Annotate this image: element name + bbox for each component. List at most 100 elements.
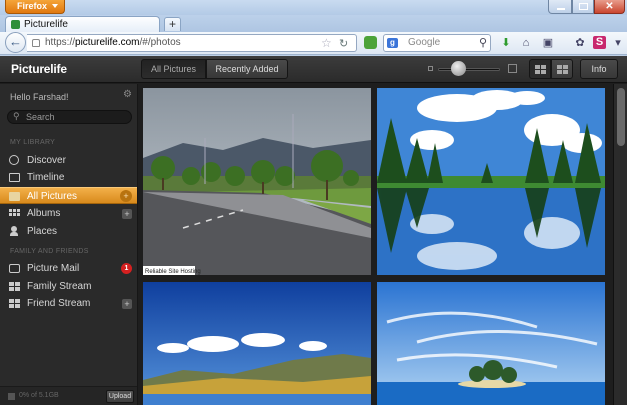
photo-thumbnail[interactable] — [143, 282, 371, 405]
sidebar-item-friend-stream[interactable]: Friend Stream + — [0, 295, 137, 312]
browser-tab-picturelife[interactable]: Picturelife — [5, 16, 160, 32]
filter-all-pictures-tab[interactable]: All Pictures — [141, 59, 206, 79]
paw-icon[interactable]: ✿ — [572, 35, 588, 51]
menu-chevron-icon[interactable]: ▾ — [610, 35, 626, 51]
sidebar-item-timeline[interactable]: Timeline — [0, 169, 137, 186]
grid-icon — [535, 65, 546, 74]
tab-strip: Picturelife + — [0, 15, 627, 32]
folder-icon — [9, 192, 20, 201]
scrollbar-thumb[interactable] — [617, 88, 625, 146]
albums-icon — [9, 209, 20, 218]
photo-lake-reflection — [377, 88, 605, 275]
lock-icon — [32, 39, 40, 47]
minimize-icon — [557, 8, 565, 10]
favicon-icon — [11, 20, 20, 29]
new-tab-button[interactable]: + — [164, 17, 181, 31]
search-icon[interactable]: ⚲ — [479, 36, 487, 49]
section-heading-family: FAMILY AND FRIENDS — [10, 248, 89, 255]
window-menu-icon[interactable]: ▣ — [540, 35, 556, 51]
url-text: https://picturelife.com/#/photos — [45, 37, 181, 48]
app-header: Picturelife All Pictures Recently Added … — [0, 56, 627, 83]
photo-tropical-island — [377, 282, 605, 405]
tab-title: Picturelife — [24, 19, 68, 30]
stumble-icon[interactable]: S — [593, 36, 606, 49]
search-bar[interactable]: g Google ⚲ — [383, 34, 491, 52]
inbox-icon — [9, 264, 20, 273]
stream-icon — [9, 282, 20, 291]
add-friend-icon[interactable]: + — [122, 299, 132, 309]
sidebar-item-label: Family Stream — [27, 281, 92, 292]
storage-icon — [8, 393, 15, 400]
extension-icon[interactable] — [364, 36, 377, 49]
search-placeholder: Google — [408, 37, 441, 48]
sidebar-item-label: All Pictures — [27, 191, 78, 202]
sidebar-search-placeholder: Search — [26, 112, 55, 122]
zoom-out-icon[interactable] — [428, 66, 433, 71]
section-heading-library: MY LIBRARY — [10, 139, 56, 146]
photo-thumbnail[interactable] — [377, 88, 605, 275]
bookmark-star-icon[interactable]: ☆ — [321, 36, 332, 50]
sidebar-item-picture-mail[interactable]: Picture Mail 1 — [0, 260, 137, 277]
firefox-menu-button[interactable]: Firefox — [5, 0, 65, 14]
sidebar-item-label: Places — [27, 226, 58, 237]
photo-grid: Reliable Site Hosting — [139, 84, 613, 405]
sidebar-item-label: Albums — [27, 208, 61, 219]
sidebar-search-input[interactable]: ⚲ Search — [7, 110, 132, 124]
download-icon[interactable]: ⬇ — [498, 35, 514, 51]
url-prefix: https:// — [45, 37, 76, 48]
firefox-menu-label: Firefox — [17, 1, 48, 11]
compass-icon — [9, 155, 19, 165]
zoom-in-icon[interactable] — [508, 64, 517, 73]
url-domain: picturelife.com — [75, 37, 140, 48]
home-icon[interactable]: ⌂ — [518, 35, 534, 51]
sidebar-item-all-pictures[interactable]: All Pictures + — [0, 187, 137, 204]
grid-view-button[interactable] — [529, 59, 551, 79]
storage-usage-text: 0% of 5.1GB — [19, 392, 59, 399]
back-button[interactable]: ← — [5, 32, 26, 53]
stream-icon — [9, 299, 20, 308]
zoom-slider-handle[interactable] — [451, 61, 466, 76]
photo-blue-sky-hills — [143, 282, 371, 405]
zoom-slider[interactable] — [438, 68, 500, 71]
close-icon: ✕ — [605, 1, 614, 12]
tiles-icon — [557, 65, 568, 74]
minimize-button[interactable] — [548, 0, 572, 14]
sidebar-item-discover[interactable]: Discover — [0, 152, 137, 169]
photo-watermark: Reliable Site Hosting — [145, 269, 201, 275]
add-icon[interactable]: + — [120, 190, 132, 202]
close-window-button[interactable]: ✕ — [594, 0, 625, 14]
storage-bar: 0% of 5.1GB Upload — [0, 386, 137, 405]
search-icon: ⚲ — [13, 111, 20, 121]
large-view-button[interactable] — [551, 59, 573, 79]
chevron-down-icon — [52, 4, 58, 8]
photo-road-trees: Reliable Site Hosting — [143, 88, 371, 275]
photo-thumbnail[interactable]: Reliable Site Hosting — [143, 88, 371, 275]
gear-icon[interactable]: ⚙ — [123, 89, 132, 100]
sidebar-item-label: Friend Stream — [27, 298, 91, 309]
vertical-scrollbar[interactable] — [613, 84, 627, 405]
sidebar-item-label: Discover — [27, 155, 66, 166]
unread-badge: 1 — [121, 263, 132, 274]
navigation-toolbar: ← https://picturelife.com/#/photos ☆ ↻ g… — [0, 32, 627, 55]
sidebar-item-label: Picture Mail — [27, 263, 80, 274]
app-logo[interactable]: Picturelife — [11, 62, 67, 76]
back-arrow-icon: ← — [9, 34, 22, 49]
address-bar[interactable]: https://picturelife.com/#/photos ☆ ↻ — [27, 34, 357, 52]
filter-recently-added-tab[interactable]: Recently Added — [206, 59, 288, 79]
info-button[interactable]: Info — [580, 59, 618, 79]
window-titlebar: Firefox ✕ — [0, 0, 627, 15]
sidebar-item-places[interactable]: Places — [0, 223, 137, 240]
sidebar-item-label: Timeline — [27, 172, 65, 183]
maximize-button[interactable] — [572, 0, 594, 14]
sidebar-item-albums[interactable]: Albums + — [0, 205, 137, 222]
sidebar-item-family-stream[interactable]: Family Stream — [0, 278, 137, 295]
user-greeting: Hello Farshad! — [10, 92, 69, 102]
map-pin-icon — [10, 226, 18, 236]
upload-button[interactable]: Upload — [106, 390, 134, 403]
photo-thumbnail[interactable] — [377, 282, 605, 405]
google-engine-icon[interactable]: g — [387, 38, 398, 48]
reload-icon[interactable]: ↻ — [339, 37, 348, 50]
maximize-icon — [579, 3, 588, 10]
add-album-icon[interactable]: + — [122, 209, 132, 219]
sidebar: Hello Farshad! ⚙ ⚲ Search MY LIBRARY Dis… — [0, 84, 138, 405]
